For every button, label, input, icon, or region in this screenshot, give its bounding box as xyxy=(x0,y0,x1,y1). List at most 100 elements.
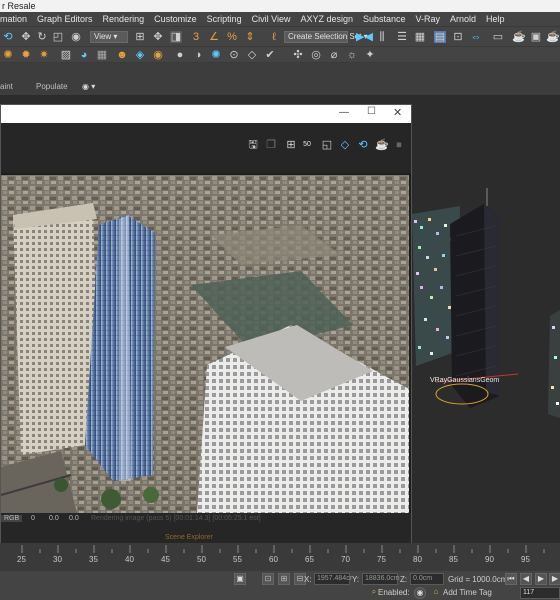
rotate-icon[interactable]: ↻ xyxy=(36,31,48,43)
close-icon[interactable]: ✕ xyxy=(393,106,402,119)
maximize-icon[interactable]: ☐ xyxy=(367,106,376,117)
chaos-cosmos-icon[interactable]: ✣ xyxy=(292,49,304,61)
select-object-icon[interactable]: ◉ xyxy=(70,31,82,43)
ribbon-toggle-icon[interactable]: ▦ xyxy=(414,31,426,43)
color-correction-icon[interactable]: ◇ xyxy=(339,139,351,151)
vray-material-icon[interactable]: ◑ xyxy=(192,49,204,61)
current-frame-field[interactable]: 117 xyxy=(520,587,560,599)
timeline-tick: 65 xyxy=(305,555,314,564)
move-icon[interactable]: ✥ xyxy=(20,31,32,43)
vray-proxy-icon[interactable]: ▦ xyxy=(96,49,108,61)
layer-explorer-icon[interactable]: ☰ xyxy=(396,31,408,43)
vray-fur-icon[interactable]: ◕ xyxy=(78,49,90,61)
previous-frame-icon[interactable]: ◀ xyxy=(520,573,532,585)
zoom-50-icon[interactable]: 50 xyxy=(301,139,313,151)
refresh-render-icon[interactable]: ⟲ xyxy=(357,139,369,151)
vray-camera-icon[interactable]: ▨ xyxy=(60,49,72,61)
minimize-icon[interactable]: — xyxy=(339,107,349,118)
tower-model xyxy=(450,188,500,408)
selection-set-dropdown[interactable]: Create Selection Set ▾ xyxy=(284,31,368,43)
absolute-mode-icon[interactable]: ⊞ xyxy=(278,573,290,585)
menu-scripting[interactable]: Scripting xyxy=(207,14,242,24)
curve-editor-icon[interactable]: ⊡ xyxy=(452,31,464,43)
select-manipulate-icon[interactable]: ✥ xyxy=(152,31,164,43)
keyboard-shortcut-icon[interactable]: ◨ xyxy=(170,31,182,43)
scale-icon[interactable]: ◰ xyxy=(52,31,64,43)
angle-snap-icon[interactable]: ∠ xyxy=(208,31,220,43)
vray-lightmtl-icon[interactable]: ✺ xyxy=(210,49,222,61)
vray-lister-icon[interactable]: ✦ xyxy=(364,49,376,61)
y-coordinate-field[interactable]: 18836.0cm xyxy=(362,573,400,585)
grid-size: Grid = 1000.0cm xyxy=(448,575,508,584)
vray-decal-icon[interactable]: ⌀ xyxy=(328,49,340,61)
scene-explorer-icon[interactable]: ▤ xyxy=(434,31,446,43)
copy-image-icon[interactable]: ❐ xyxy=(265,139,277,151)
channel-select[interactable]: RGB xyxy=(1,515,23,522)
timeline[interactable]: 25 30 35 40 45 50 55 60 65 70 75 80 85 9… xyxy=(0,543,560,571)
next-frame-icon[interactable]: ▶ xyxy=(549,573,560,585)
vray-volume-icon[interactable]: ◉ xyxy=(152,49,164,61)
sun-icon[interactable]: ✹ xyxy=(20,49,32,61)
render-setup-icon[interactable]: ☕ xyxy=(512,31,526,43)
menu-animation[interactable]: mation xyxy=(0,14,27,24)
percent-snap-icon[interactable]: % xyxy=(226,31,238,43)
region-render-icon[interactable]: ⊞ xyxy=(285,139,297,151)
scene-explorer-label[interactable]: Scene Explorer xyxy=(165,534,213,541)
render-production-icon[interactable]: ☕ xyxy=(546,31,560,43)
lens-effects-icon[interactable]: ◱ xyxy=(321,139,333,151)
vray-frame-buffer-icon[interactable]: ◇ xyxy=(246,49,258,61)
menu-axyz-design[interactable]: AXYZ design xyxy=(300,14,353,24)
tab-options-icon[interactable]: ◉ ▾ xyxy=(82,82,95,91)
adaptive-degradation-icon[interactable]: ◉ xyxy=(414,587,426,599)
rendered-frame-window[interactable]: — ☐ ✕ 🖫 ❐ ⊞ 50 ◱ ◇ ⟲ ☕ ⏹ RGB 0 0.0 0.0 R… xyxy=(0,104,412,545)
add-time-tag[interactable]: Add Time Tag xyxy=(443,588,492,597)
menu-customize[interactable]: Customize xyxy=(154,14,197,24)
z-coordinate-field[interactable]: 0.0cm xyxy=(410,573,444,585)
menu-rendering[interactable]: Rendering xyxy=(103,14,145,24)
light-lister-icon[interactable]: ✷ xyxy=(38,49,50,61)
vray-scene-converter-icon[interactable]: ☼ xyxy=(346,49,358,61)
pivot-icon[interactable]: ⊞ xyxy=(134,31,146,43)
rendered-frame-window-icon[interactable]: ▣ xyxy=(530,31,542,43)
menu-substance[interactable]: Substance xyxy=(363,14,406,24)
menu-graph-editors[interactable]: Graph Editors xyxy=(37,14,93,24)
tab-paint[interactable]: aint xyxy=(0,82,13,91)
render-teapot-icon[interactable]: ☕ xyxy=(375,139,389,151)
menu-arnold[interactable]: Arnold xyxy=(450,14,476,24)
timeline-tick: 50 xyxy=(197,555,206,564)
timeline-tick: 75 xyxy=(377,555,386,564)
spinner-snap-icon[interactable]: ⇕ xyxy=(244,31,256,43)
align-icon[interactable]: ⫼ xyxy=(376,31,388,43)
material-ball-icon[interactable]: ● xyxy=(174,49,186,61)
time-tag-icon[interactable]: ⌂ xyxy=(430,587,442,599)
reference-coordinate-dropdown[interactable]: View ▾ xyxy=(90,31,128,43)
menu-vray[interactable]: V-Ray xyxy=(416,14,441,24)
vray-plane-icon[interactable]: ◈ xyxy=(134,49,146,61)
timeline-tick: 90 xyxy=(485,555,494,564)
snap-toggle-icon[interactable]: 3 xyxy=(190,31,202,43)
stop-render-icon[interactable]: ⏹ xyxy=(393,139,405,151)
vray-tools-icon[interactable]: ⊙ xyxy=(228,49,240,61)
selection-lock-icon[interactable]: ▣ xyxy=(234,573,246,585)
x-coordinate-field[interactable]: 1957.484cr xyxy=(314,573,352,585)
vray-sphere-icon[interactable]: ☻ xyxy=(116,49,128,61)
mirror-icon[interactable]: ▶◀ xyxy=(356,31,373,43)
schematic-view-icon[interactable]: ⇔ xyxy=(470,31,482,43)
material-editor-icon[interactable]: ▭ xyxy=(492,31,504,43)
ribbon-tabs: aint Populate ◉ ▾ xyxy=(0,78,560,96)
link-icon[interactable]: ⟲ xyxy=(2,31,14,43)
light-icon[interactable]: ✺ xyxy=(2,49,14,61)
main-toolbar: ⟲ ✥ ↻ ◰ ◉ View ▾ ⊞ ✥ ◨ 3 ∠ % ⇕ ℓ Create … xyxy=(0,26,560,46)
timeline-tick: 55 xyxy=(233,555,242,564)
save-image-icon[interactable]: 🖫 xyxy=(247,139,259,151)
play-icon[interactable]: ▶ xyxy=(535,573,547,585)
tab-populate[interactable]: Populate xyxy=(36,82,68,91)
go-to-start-icon[interactable]: ⏮ xyxy=(505,573,517,585)
y-label: Y: xyxy=(352,575,360,584)
vray-logo-icon[interactable]: ✔ xyxy=(264,49,276,61)
menu-help[interactable]: Help xyxy=(486,14,505,24)
menu-civil-view[interactable]: Civil View xyxy=(252,14,291,24)
edit-selection-set-icon[interactable]: ℓ xyxy=(268,31,280,43)
chaos-scatter-icon[interactable]: ◎ xyxy=(310,49,322,61)
lock-icon[interactable]: ⊡ xyxy=(262,573,274,585)
